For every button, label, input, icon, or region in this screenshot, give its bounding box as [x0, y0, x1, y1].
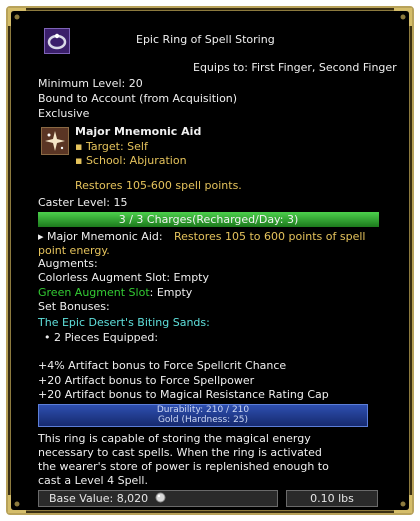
- description-line-4: cast a Level 4 Spell.: [38, 474, 148, 487]
- set-name: The Epic Desert's Biting Sands:: [38, 316, 210, 329]
- description-line-2: necessary to cast spells. When the ring …: [38, 446, 322, 459]
- base-value-box: Base Value: 8,020: [38, 490, 278, 507]
- base-value: Base Value: 8,020: [49, 492, 149, 505]
- binding-info: Bound to Account (from Acquisition): [38, 92, 238, 105]
- set-bonus-3: +20 Artifact bonus to Magical Resistance…: [38, 388, 329, 401]
- caster-level: Caster Level: 15: [38, 196, 128, 209]
- green-augment-label: Green Augment Slot: [38, 286, 150, 299]
- green-augment-value: : Empty: [149, 286, 193, 299]
- material-hardness: Gold (Hardness: 25): [157, 415, 249, 425]
- equip-slots: Equips to: First Finger, Second Finger: [193, 61, 397, 74]
- item-title: Epic Ring of Spell Storing: [136, 33, 275, 46]
- effect-description-cont: point energy.: [38, 244, 110, 257]
- ring-icon: [44, 28, 70, 54]
- sparkle-icon: [41, 127, 69, 155]
- set-bonuses-header: Set Bonuses:: [38, 300, 110, 313]
- tooltip-content: Epic Ring of Spell Storing Equips to: Fi…: [0, 0, 420, 521]
- description-line-3: the wearer's store of power is replenish…: [38, 460, 329, 473]
- platinum-coin-icon: [155, 492, 166, 507]
- description-line-1: This ring is capable of storing the magi…: [38, 432, 311, 445]
- green-augment-slot: Green Augment Slot: Empty: [38, 286, 192, 300]
- set-bonus-1: +4% Artifact bonus to Force Spellcrit Ch…: [38, 359, 287, 372]
- set-bonus-2: +20 Artifact bonus to Force Spellpower: [38, 374, 255, 387]
- exclusive-tag: Exclusive: [38, 107, 90, 120]
- durability-bar: Durability: 210 / 210 Gold (Hardness: 25…: [38, 404, 368, 427]
- item-weight: 0.10 lbs: [310, 492, 354, 505]
- spell-school: ▪ School: Abjuration: [75, 154, 187, 167]
- augments-header: Augments:: [38, 257, 98, 270]
- weight-box: 0.10 lbs: [286, 490, 378, 507]
- spell-target: ▪ Target: Self: [75, 140, 148, 153]
- minimum-level: Minimum Level: 20: [38, 77, 143, 90]
- set-pieces: • 2 Pieces Equipped:: [44, 331, 159, 344]
- spell-name: Major Mnemonic Aid: [75, 125, 202, 138]
- charges-bar: 3 / 3 Charges(Recharged/Day: 3): [38, 212, 379, 227]
- footer: Base Value: 8,020 0.10 lbs: [38, 490, 378, 507]
- effect-name: ▸ Major Mnemonic Aid:: [38, 230, 163, 243]
- durability-value: Durability: 210 / 210: [156, 405, 250, 415]
- colorless-augment-slot: Colorless Augment Slot: Empty: [38, 271, 209, 284]
- spell-restores: Restores 105-600 spell points.: [75, 179, 242, 192]
- effect-description: Restores 105 to 600 points of spell: [174, 230, 366, 243]
